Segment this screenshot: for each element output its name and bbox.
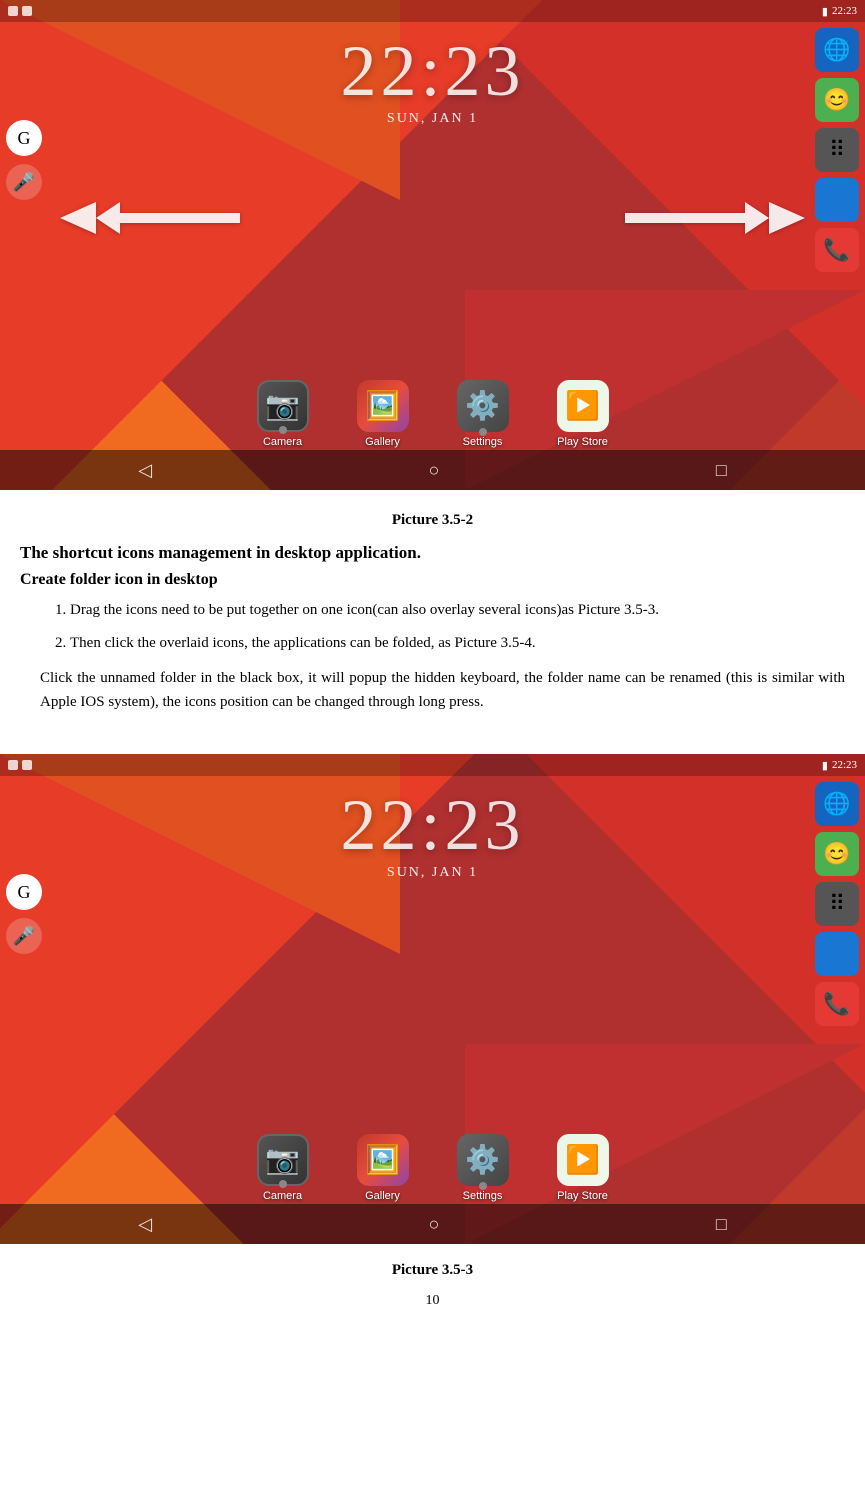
gallery-label: Gallery — [365, 436, 400, 448]
signal-icon-2 — [22, 760, 32, 770]
steps-list: Drag the icons need to be put together o… — [70, 599, 845, 654]
home-btn[interactable]: ○ — [429, 460, 440, 481]
playstore-label: Play Store — [557, 436, 608, 448]
right-sidebar: 🌐 😊 ⠿ 👤 📞 — [815, 28, 859, 272]
camera-app[interactable]: 📷 Camera — [257, 380, 309, 448]
clock-time: 22:23 — [0, 35, 865, 107]
phone-icon[interactable]: 📞 — [815, 228, 859, 272]
wifi-icon — [8, 6, 18, 16]
left-sidebar: G 🎤 — [6, 120, 42, 200]
nav-bar-2: ◁ ○ □ — [0, 1204, 865, 1244]
gallery-label-2: Gallery — [365, 1190, 400, 1202]
picture2-caption: Picture 3.5-3 — [20, 1262, 845, 1279]
camera-icon: 📷 — [257, 380, 309, 432]
paragraph-text: Click the unnamed folder in the black bo… — [20, 666, 845, 714]
playstore-icon: ▶️ — [557, 380, 609, 432]
status-left-2 — [8, 760, 32, 770]
arrow-left — [60, 200, 240, 236]
camera-dot — [279, 426, 287, 434]
page-number: 10 — [20, 1293, 845, 1319]
settings-icon-2: ⚙️ — [457, 1134, 509, 1186]
picture1-caption: Picture 3.5-2 — [20, 512, 845, 529]
app-dock-2: 📷 Camera 🖼️ Gallery ⚙️ Settings ▶️ Play … — [0, 1134, 865, 1202]
clock-date-2: SUN, JAN 1 — [0, 865, 865, 881]
smile-icon-2[interactable]: 😊 — [815, 832, 859, 876]
camera-dot-2 — [279, 1180, 287, 1188]
wifi-icon-2 — [8, 760, 18, 770]
step-2: Then click the overlaid icons, the appli… — [70, 632, 845, 655]
clock-date: SUN, JAN 1 — [0, 111, 865, 127]
mic-icon-2[interactable]: 🎤 — [6, 918, 42, 954]
battery-icon-2: ▮ — [822, 759, 828, 772]
section-title: The shortcut icons management in desktop… — [20, 543, 845, 563]
step-1: Drag the icons need to be put together o… — [70, 599, 845, 622]
arrows-row — [0, 200, 865, 236]
gallery-app[interactable]: 🖼️ Gallery — [357, 380, 409, 448]
settings-dot — [479, 428, 487, 436]
apps-icon[interactable]: ⠿ — [815, 128, 859, 172]
person-icon[interactable]: 👤 — [815, 178, 859, 222]
battery-icon: ▮ — [822, 5, 828, 18]
settings-icon: ⚙️ — [457, 380, 509, 432]
settings-label: Settings — [463, 436, 503, 448]
signal-icon — [22, 6, 32, 16]
app-dock: 📷 Camera 🖼️ Gallery ⚙️ Settings ▶️ Play … — [0, 380, 865, 448]
left-sidebar-2: G 🎤 — [6, 874, 42, 954]
google-icon-2[interactable]: G — [6, 874, 42, 910]
camera-icon-2: 📷 — [257, 1134, 309, 1186]
page-content: Picture 3.5-2 The shortcut icons managem… — [0, 490, 865, 748]
screenshot-2: ▮ 22:23 22:23 SUN, JAN 1 🌐 😊 ⠿ 👤 📞 G 🎤 📷… — [0, 754, 865, 1244]
mic-icon[interactable]: 🎤 — [6, 164, 42, 200]
arrow-right — [625, 200, 805, 236]
home-btn-2[interactable]: ○ — [429, 1214, 440, 1235]
status-right-2: ▮ 22:23 — [822, 759, 857, 772]
settings-app[interactable]: ⚙️ Settings — [457, 380, 509, 448]
gallery-icon-2: 🖼️ — [357, 1134, 409, 1186]
globe-icon-2[interactable]: 🌐 — [815, 782, 859, 826]
status-time-2: 22:23 — [832, 759, 857, 771]
playstore-icon-2: ▶️ — [557, 1134, 609, 1186]
globe-icon[interactable]: 🌐 — [815, 28, 859, 72]
playstore-app-2[interactable]: ▶️ Play Store — [557, 1134, 609, 1202]
section-subtitle: Create folder icon in desktop — [20, 571, 845, 589]
playstore-label-2: Play Store — [557, 1190, 608, 1202]
apps-icon-2[interactable]: ⠿ — [815, 882, 859, 926]
playstore-app[interactable]: ▶️ Play Store — [557, 380, 609, 448]
status-left — [8, 6, 32, 16]
phone-icon-2[interactable]: 📞 — [815, 982, 859, 1026]
recents-btn[interactable]: □ — [716, 460, 727, 481]
person-icon-2[interactable]: 👤 — [815, 932, 859, 976]
clock-area: 22:23 SUN, JAN 1 — [0, 35, 865, 127]
gallery-icon: 🖼️ — [357, 380, 409, 432]
status-bar: ▮ 22:23 — [0, 0, 865, 22]
nav-bar: ◁ ○ □ — [0, 450, 865, 490]
status-time: 22:23 — [832, 5, 857, 17]
clock-time-2: 22:23 — [0, 789, 865, 861]
smile-icon[interactable]: 😊 — [815, 78, 859, 122]
right-sidebar-2: 🌐 😊 ⠿ 👤 📞 — [815, 782, 859, 1026]
clock-area-2: 22:23 SUN, JAN 1 — [0, 789, 865, 881]
screenshot-1: ▮ 22:23 22:23 SUN, JAN 1 🌐 😊 ⠿ 👤 📞 — [0, 0, 865, 490]
camera-label: Camera — [263, 436, 302, 448]
back-btn[interactable]: ◁ — [138, 460, 152, 481]
google-icon[interactable]: G — [6, 120, 42, 156]
camera-label-2: Camera — [263, 1190, 302, 1202]
recents-btn-2[interactable]: □ — [716, 1214, 727, 1235]
back-btn-2[interactable]: ◁ — [138, 1214, 152, 1235]
status-right: ▮ 22:23 — [822, 5, 857, 18]
settings-app-2[interactable]: ⚙️ Settings — [457, 1134, 509, 1202]
status-bar-2: ▮ 22:23 — [0, 754, 865, 776]
page-content-2: Picture 3.5-3 10 — [0, 1244, 865, 1339]
gallery-app-2[interactable]: 🖼️ Gallery — [357, 1134, 409, 1202]
camera-app-2[interactable]: 📷 Camera — [257, 1134, 309, 1202]
settings-dot-2 — [479, 1182, 487, 1190]
settings-label-2: Settings — [463, 1190, 503, 1202]
